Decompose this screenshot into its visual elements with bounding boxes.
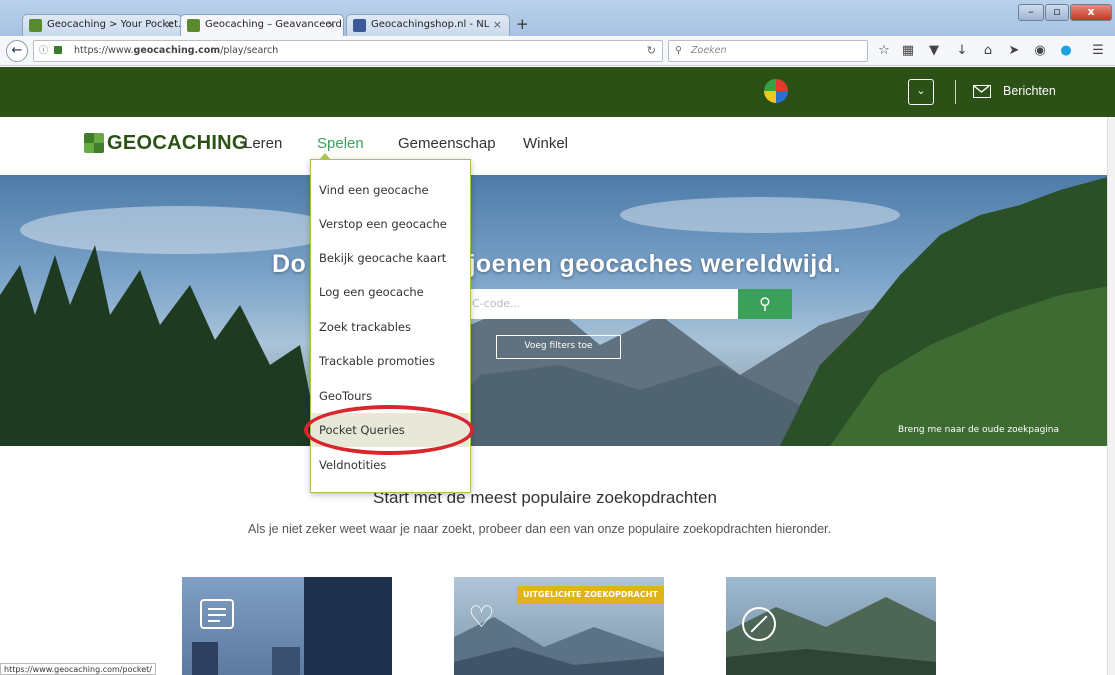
url-path: /play/search [220, 45, 279, 56]
nav-winkel[interactable]: Winkel [523, 135, 568, 152]
close-window-button[interactable]: x [1070, 4, 1112, 21]
featured-badge: UITGELICHTE ZOEKOPDRACHT [517, 586, 664, 604]
nav-gemeenschap[interactable]: Gemeenschap [398, 135, 496, 152]
search-icon: ⚲ [759, 294, 771, 313]
address-bar[interactable]: ⓘ https://www.geocaching.com/play/search… [33, 40, 663, 62]
building-image [192, 642, 218, 675]
browser-tab-active[interactable]: Geocaching – Geavanceerd... × [180, 14, 344, 36]
dropdown-caret [319, 153, 331, 160]
geocaching-favicon-icon [187, 19, 200, 32]
back-arrow-icon[interactable]: ← [6, 40, 28, 62]
lock-icon [54, 46, 62, 54]
browser-tab-bar: Geocaching > Your Pocket... × Geocaching… [0, 0, 1115, 36]
browser-nav-bar: ← ⓘ https://www.geocaching.com/play/sear… [0, 36, 1115, 66]
hero-title-start: Do [272, 250, 307, 278]
tab-close-icon[interactable]: × [327, 15, 336, 35]
url-prefix: https://www. [74, 45, 134, 56]
search-button[interactable]: ⚲ [738, 289, 792, 319]
skype-icon[interactable]: ● [1058, 43, 1074, 59]
tab-label: Geocachingshop.nl - NL [371, 19, 490, 30]
browser-tab[interactable]: Geocachingshop.nl - NL × [346, 14, 510, 36]
messages-link[interactable]: Berichten [1003, 84, 1056, 98]
building-image [304, 577, 392, 675]
send-icon[interactable]: ➤ [1006, 43, 1022, 59]
menu-item-zoek-trackables[interactable]: Zoek trackables [311, 310, 469, 344]
geocaching-favicon-icon [29, 19, 42, 32]
reload-icon[interactable]: ↻ [647, 41, 656, 61]
tab-close-icon[interactable]: × [165, 15, 174, 35]
popular-card-city[interactable] [182, 577, 392, 675]
hero-title-end: ljoenen geocaches wereldwijd. [461, 250, 841, 278]
site-top-bar: ⌄ Berichten [0, 67, 1115, 117]
status-bar-url: https://www.geocaching.com/pocket/ [0, 663, 156, 675]
hero-search-placeholder: C-code... [472, 297, 521, 310]
old-search-link[interactable]: Breng me naar de oude zoekpagina [898, 425, 1059, 435]
geocaching-logo-icon[interactable] [84, 133, 104, 153]
browser-search-input[interactable]: ⚲ Zoeken [668, 40, 868, 62]
pocket-icon[interactable]: ▼ [926, 43, 942, 59]
reading-list-icon[interactable]: ▦ [900, 43, 916, 59]
envelope-icon[interactable] [973, 85, 991, 98]
divider [955, 80, 956, 104]
browser-tab[interactable]: Geocaching > Your Pocket... × [22, 14, 182, 36]
maximize-button[interactable]: ▫ [1045, 4, 1069, 21]
nav-spelen[interactable]: Spelen [317, 135, 364, 152]
menu-item-verstop-geocache[interactable]: Verstop een geocache [311, 207, 469, 241]
new-tab-button[interactable]: + [516, 15, 529, 33]
menu-item-trackable-promoties[interactable]: Trackable promoties [311, 344, 469, 378]
search-placeholder: Zoeken [691, 45, 727, 56]
popular-card-compass[interactable] [726, 577, 936, 675]
menu-item-geocache-kaart[interactable]: Bekijk geocache kaart [311, 241, 469, 275]
menu-item-vind-geocache[interactable]: Vind een geocache [311, 173, 469, 207]
chat-bubble-icon [200, 599, 234, 629]
building-image [272, 647, 300, 675]
heart-icon: ♡ [468, 600, 495, 635]
highlight-circle-annotation [304, 405, 474, 455]
minimize-button[interactable]: – [1018, 4, 1044, 21]
info-icon[interactable]: ⓘ [39, 41, 48, 61]
menu-icon[interactable]: ☰ [1090, 43, 1106, 59]
popular-subtitle: Als je niet zeker weet waar je naar zoek… [248, 522, 832, 536]
nav-leren[interactable]: Leren [244, 135, 282, 152]
home-icon[interactable]: ⌂ [980, 43, 996, 59]
popular-heading-end: e meest populaire zoekopdrachten [456, 488, 717, 507]
facebook-favicon-icon [353, 19, 366, 32]
tab-close-icon[interactable]: × [493, 15, 502, 35]
add-filters-button[interactable]: Voeg filters toe [496, 335, 621, 359]
search-icon: ⚲ [675, 45, 682, 56]
site-logo[interactable]: GEOCACHING [107, 132, 248, 155]
page-scrollbar[interactable] [1107, 117, 1115, 675]
avatar[interactable] [764, 79, 788, 103]
bookmark-star-icon[interactable]: ☆ [876, 43, 892, 59]
popular-card-featured[interactable]: UITGELICHTE ZOEKOPDRACHT ♡ [454, 577, 664, 675]
tab-label: Geocaching > Your Pocket... [47, 19, 182, 30]
chevron-down-icon[interactable]: ⌄ [908, 79, 934, 105]
download-icon[interactable]: ↓ [954, 43, 970, 59]
menu-item-log-geocache[interactable]: Log een geocache [311, 275, 469, 309]
tab-label: Geocaching – Geavanceerd... [205, 19, 344, 30]
compass-icon [742, 607, 776, 641]
hero-banner: Do ljoenen geocaches wereldwijd. C-code.… [0, 175, 1115, 446]
url-domain: geocaching.com [133, 45, 221, 56]
chat-icon[interactable]: ◉ [1032, 43, 1048, 59]
